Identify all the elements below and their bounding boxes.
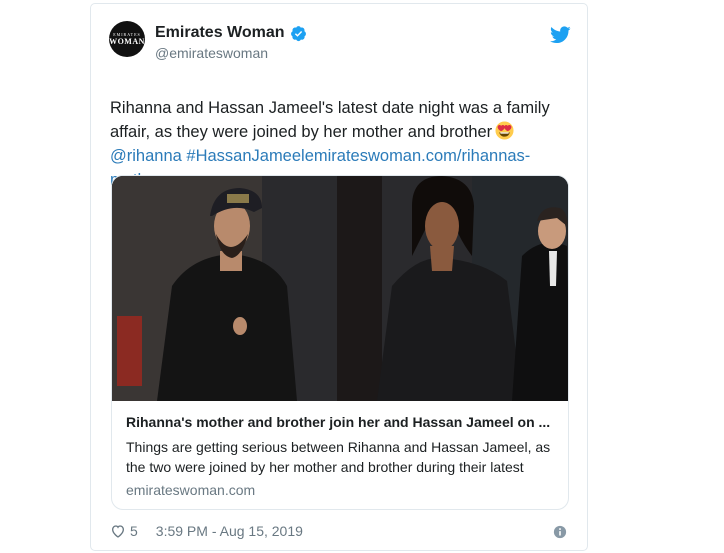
heart-icon[interactable] <box>110 523 126 539</box>
info-icon[interactable] <box>553 525 567 539</box>
tweet-card: EMIRATES WOMAN Emirates Woman @emiratesw… <box>90 3 588 551</box>
tweet-text-line1: Rihanna and Hassan Jameel's latest date … <box>110 99 550 117</box>
twitter-bird-icon[interactable] <box>550 26 571 44</box>
heart-eyes-emoji-icon <box>495 121 514 140</box>
tweet-text-line2: affair, as they were joined by her mothe… <box>110 123 493 141</box>
author-name-row[interactable]: Emirates Woman <box>155 24 307 42</box>
preview-domain[interactable]: emirateswoman.com <box>126 482 255 498</box>
preview-description: Things are getting serious between Rihan… <box>126 439 551 475</box>
verified-badge-icon <box>290 25 306 41</box>
like-count[interactable]: 5 <box>130 523 138 539</box>
mention-link[interactable]: @rihanna <box>110 147 182 165</box>
avatar[interactable]: EMIRATES WOMAN <box>109 21 145 57</box>
timestamp[interactable]: 3:59 PM - Aug 15, 2019 <box>156 523 303 539</box>
display-name[interactable]: Emirates Woman <box>155 24 285 42</box>
tweet-footer: 5 3:59 PM - Aug 15, 2019 <box>110 523 303 539</box>
preview-title[interactable]: Rihanna's mother and brother join her an… <box>126 414 556 430</box>
preview-photo[interactable] <box>112 176 569 401</box>
handle[interactable]: @emirateswoman <box>155 45 268 61</box>
avatar-text-big: WOMAN <box>109 37 145 46</box>
link-preview-card[interactable]: Rihanna's mother and brother join her an… <box>111 175 569 510</box>
